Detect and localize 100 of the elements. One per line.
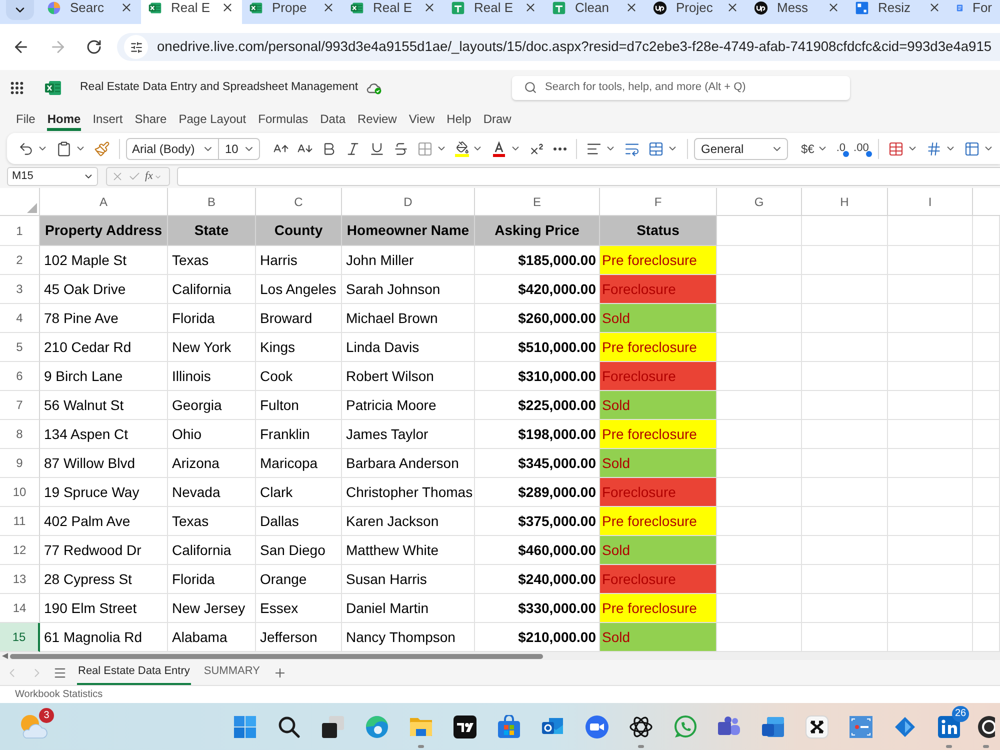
- name-box[interactable]: M15: [7, 167, 98, 186]
- row-header[interactable]: 9: [0, 449, 40, 478]
- column-header[interactable]: G: [717, 188, 802, 216]
- row-header[interactable]: 14: [0, 594, 40, 623]
- table-cell: Harris: [256, 246, 342, 275]
- shopping-bag-icon: [497, 714, 521, 738]
- status-cell: Sold: [600, 536, 717, 565]
- table-cell: 77 Redwood Dr: [40, 536, 168, 565]
- font-size-select[interactable]: 10: [219, 138, 260, 160]
- search-field[interactable]: Search for tools, help, and more (Alt + Q): [512, 76, 850, 100]
- row-header[interactable]: 8: [0, 420, 40, 449]
- row-header[interactable]: 2: [0, 246, 40, 275]
- number-format-select[interactable]: General: [694, 138, 788, 160]
- sheet-tab[interactable]: SUMMARY: [202, 660, 261, 685]
- select-all-icon: [27, 203, 37, 213]
- formula-input[interactable]: [177, 167, 1000, 186]
- table-cell: Texas: [168, 246, 256, 275]
- status-cell: Sold: [600, 304, 717, 333]
- table-cell: Texas: [168, 507, 256, 536]
- status-cell: Sold: [600, 623, 717, 652]
- ribbon-tab[interactable]: Data: [320, 109, 346, 131]
- ribbon-tab[interactable]: Formulas: [258, 109, 308, 131]
- corner-cell[interactable]: [0, 188, 40, 216]
- column-header[interactable]: D: [342, 188, 475, 216]
- grid-sheet-icon: [451, 1, 465, 15]
- ribbon-tab[interactable]: Page Layout: [178, 109, 246, 131]
- ribbon-tab[interactable]: Help: [446, 109, 472, 131]
- row-header[interactable]: 11: [0, 507, 40, 536]
- scrollbar-thumb[interactable]: [10, 654, 543, 658]
- conditional-formatting-icon: [888, 140, 904, 156]
- row-header[interactable]: 5: [0, 333, 40, 362]
- running-indicator-icon: [418, 744, 424, 748]
- undo-icon: [18, 140, 34, 156]
- address-bar[interactable]: onedrive.live.com/personal/993d3e4a9155d1ae/_layouts/15/doc.aspx?resid=d7c2ebe3-f28e-4749-afab-741908cfdcfc&cid=993d3e4a915: [117, 33, 1000, 61]
- empty-cell: [973, 333, 1000, 362]
- row-header[interactable]: 3: [0, 275, 40, 304]
- tab-list-button[interactable]: [6, 0, 34, 20]
- ribbon-tab[interactable]: View: [408, 109, 435, 131]
- increase-decimal-button[interactable]: .0: [833, 136, 849, 160]
- document-title[interactable]: Real Estate Data Entry and Spreadsheet Management: [80, 78, 358, 96]
- add-sheet-icon[interactable]: [272, 666, 287, 680]
- windows-logo-icon: [233, 714, 257, 738]
- column-header[interactable]: A: [40, 188, 168, 216]
- ribbon-tab[interactable]: Insert: [92, 109, 123, 131]
- app-launcher-icon[interactable]: [9, 80, 25, 96]
- workbook-statistics-label[interactable]: Workbook Statistics: [15, 687, 103, 702]
- table-cell: Maricopa: [256, 449, 342, 478]
- row-header[interactable]: 10: [0, 478, 40, 507]
- table-cell: Matthew White: [342, 536, 475, 565]
- row-header[interactable]: 4: [0, 304, 40, 333]
- notification-count: 26: [952, 706, 969, 722]
- search-icon: [277, 714, 301, 738]
- site-info-button[interactable]: [124, 35, 148, 59]
- italic-icon: [345, 140, 361, 156]
- decrease-decimal-button[interactable]: .00: [850, 136, 872, 160]
- horizontal-scrollbar[interactable]: [0, 652, 1000, 660]
- table-cell: New Jersey: [168, 594, 256, 623]
- taskbar-app-button[interactable]: 26: [927, 704, 971, 748]
- browser-tab[interactable]: Real E: [141, 0, 242, 24]
- spreadsheet-icon: [249, 1, 263, 15]
- row-header[interactable]: 6: [0, 362, 40, 391]
- underline-icon: [369, 140, 385, 156]
- table-cell: Florida: [168, 565, 256, 594]
- table-cell: Kings: [256, 333, 342, 362]
- column-header[interactable]: C: [256, 188, 342, 216]
- table-cell: Patricia Moore: [342, 391, 475, 420]
- row-header[interactable]: 15: [0, 623, 40, 652]
- table-cell: 102 Maple St: [40, 246, 168, 275]
- row-header[interactable]: 7: [0, 391, 40, 420]
- ribbon-tab[interactable]: Review: [358, 109, 397, 131]
- column-header[interactable]: E: [475, 188, 600, 216]
- format-painter-icon: [94, 140, 110, 156]
- status-cell: Foreclosure: [600, 275, 717, 304]
- column-header[interactable]: F: [600, 188, 717, 216]
- ribbon-tab[interactable]: Draw: [483, 109, 512, 131]
- close-icon: [625, 1, 638, 14]
- empty-cell: [973, 246, 1000, 275]
- column-title: Asking Price: [475, 216, 600, 246]
- row-header[interactable]: 12: [0, 536, 40, 565]
- status-cell: Sold: [600, 391, 717, 420]
- ribbon-tab[interactable]: File: [16, 109, 36, 131]
- all-sheets-menu-icon[interactable]: [53, 666, 67, 680]
- table-cell: 56 Walnut St: [40, 391, 168, 420]
- table-cell: 402 Palm Ave: [40, 507, 168, 536]
- insert-function-button[interactable]: fx: [145, 168, 162, 185]
- column-header[interactable]: B: [168, 188, 256, 216]
- row-header[interactable]: 1: [0, 216, 40, 246]
- row-header[interactable]: 13: [0, 565, 40, 594]
- column-header[interactable]: I: [888, 188, 973, 216]
- column-title: Property Address: [40, 216, 168, 246]
- running-indicator-icon: [946, 744, 952, 748]
- status-cell: Foreclosure: [600, 362, 717, 391]
- more-options-icon: [553, 146, 567, 150]
- table-cell: New York: [168, 333, 256, 362]
- currency-format-button[interactable]: $€: [798, 136, 832, 160]
- ribbon-tab[interactable]: Share: [134, 109, 167, 131]
- font-family-select[interactable]: Arial (Body): [126, 138, 219, 160]
- table-cell: 134 Aspen Ct: [40, 420, 168, 449]
- column-header[interactable]: H: [802, 188, 888, 216]
- fill-color-icon: [455, 140, 469, 156]
